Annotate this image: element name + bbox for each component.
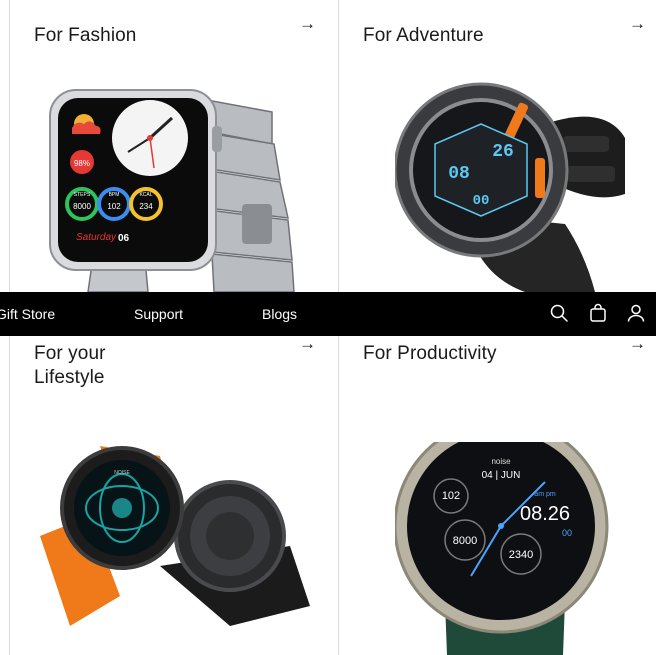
arrow-right-icon[interactable]: →: [299, 336, 316, 354]
arrow-right-icon[interactable]: →: [629, 14, 646, 34]
card-title: For your Lifestyle: [34, 343, 106, 388]
card-title: For Adventure: [363, 25, 484, 46]
nav-link-blogs[interactable]: Blogs: [262, 304, 297, 324]
category-card-fashion[interactable]: For Fashion → 98% STEPS BPM KCAL 8000 10…: [10, 0, 338, 292]
productivity-watch-image: noise 04 | JUN 102 am pm 08.26 00 8000 2…: [395, 442, 609, 655]
shopping-bag-icon[interactable]: [587, 302, 609, 324]
svg-text:102: 102: [107, 202, 121, 211]
nav-link-gift-store[interactable]: Gift Store: [0, 304, 55, 324]
category-card-productivity[interactable]: For Productivity → noise 04 | JUN 102 am…: [339, 336, 656, 655]
svg-text:8000: 8000: [73, 202, 91, 211]
svg-text:8000: 8000: [453, 535, 477, 547]
svg-text:NOISE: NOISE: [114, 470, 130, 476]
svg-text:98%: 98%: [74, 159, 90, 168]
category-card-adventure[interactable]: For Adventure → 08 26 00: [339, 0, 656, 292]
svg-text:08.26: 08.26: [520, 503, 570, 525]
nav-link-support[interactable]: Support: [134, 304, 183, 324]
svg-text:102: 102: [442, 490, 460, 502]
svg-text:noise: noise: [491, 457, 511, 466]
lifestyle-watches-image: NOISE: [40, 446, 310, 626]
search-icon[interactable]: [548, 302, 570, 324]
svg-text:STEPS: STEPS: [74, 192, 91, 198]
svg-text:08: 08: [448, 164, 470, 184]
arrow-right-icon[interactable]: →: [629, 336, 646, 354]
svg-text:26: 26: [492, 142, 514, 162]
svg-text:06: 06: [118, 233, 130, 244]
category-card-lifestyle[interactable]: For your Lifestyle → NOISE: [10, 336, 338, 655]
adventure-watch-image: 08 26 00: [395, 82, 625, 292]
user-icon[interactable]: [625, 302, 647, 324]
svg-text:00: 00: [473, 193, 490, 209]
svg-text:00: 00: [562, 528, 572, 538]
svg-text:2340: 2340: [509, 549, 533, 561]
svg-text:04 | JUN: 04 | JUN: [482, 470, 521, 481]
navbar: Gift Store Support Blogs: [0, 292, 656, 336]
fashion-watch-image: 98% STEPS BPM KCAL 8000 102 234 Saturday…: [49, 89, 295, 292]
svg-text:234: 234: [139, 202, 153, 211]
arrow-right-icon[interactable]: →: [299, 14, 316, 34]
card-title: For Fashion: [34, 25, 137, 46]
card-title: For Productivity: [363, 343, 497, 364]
svg-text:Saturday: Saturday: [76, 232, 117, 243]
svg-text:BPM: BPM: [109, 192, 120, 198]
svg-text:KCAL: KCAL: [139, 192, 152, 198]
svg-text:am pm: am pm: [534, 491, 556, 498]
